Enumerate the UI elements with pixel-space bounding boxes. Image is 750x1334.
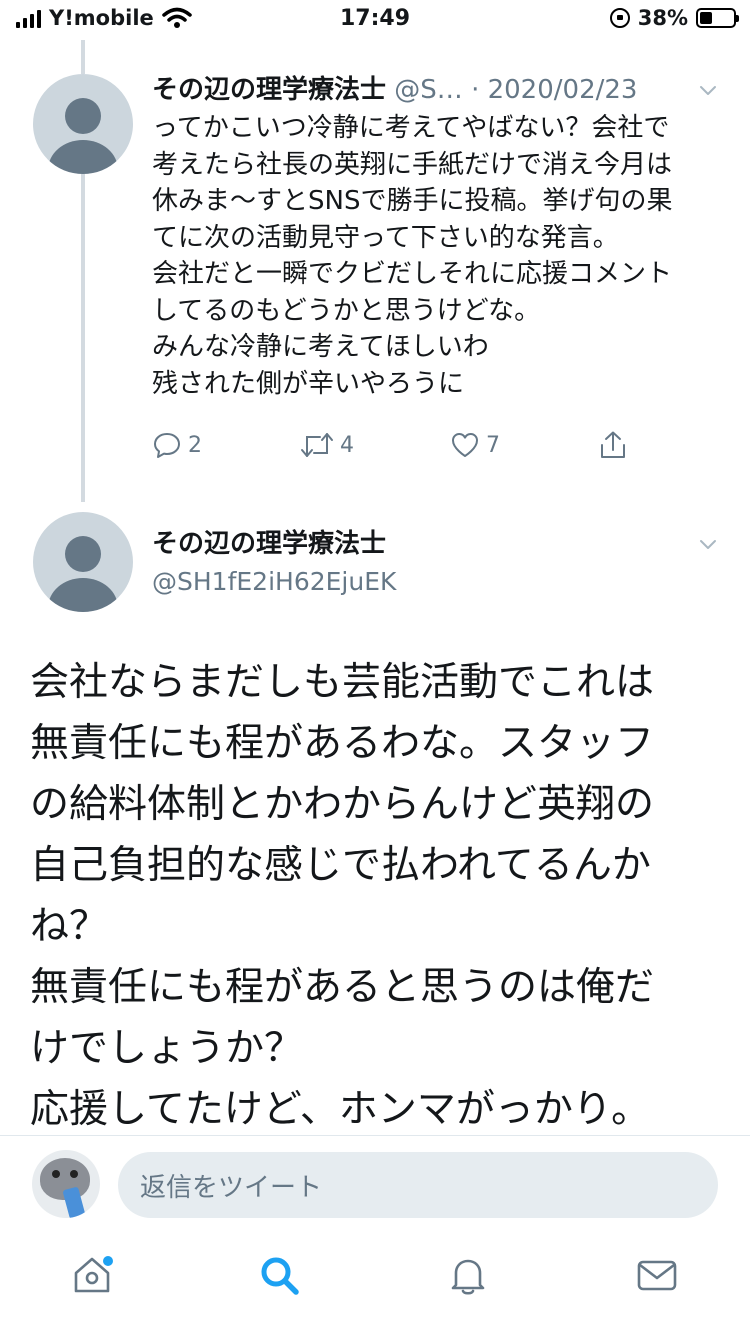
search-icon bbox=[261, 1257, 299, 1295]
author-handle[interactable]: @SH1fE2iH62EjuEK bbox=[152, 566, 396, 598]
like-button[interactable]: 7 bbox=[450, 430, 500, 460]
battery-icon bbox=[696, 8, 739, 28]
status-right: 38% bbox=[609, 6, 739, 30]
home-notification-dot bbox=[103, 1256, 113, 1266]
messages-icon bbox=[637, 1260, 677, 1291]
reply-bar: 返信をツイート bbox=[0, 1135, 750, 1234]
tweet-actions: 2 4 7 bbox=[152, 430, 652, 470]
tweet-text-line: みんな冷静に考えてほしいわ bbox=[152, 332, 489, 362]
author-handle[interactable]: @S… bbox=[394, 75, 463, 105]
reply-button[interactable]: 2 bbox=[152, 430, 202, 460]
avatar[interactable] bbox=[33, 512, 133, 612]
chevron-down-icon[interactable] bbox=[698, 534, 718, 554]
tweet-text: 会社ならまだしも芸能活動でこれは 無責任にも程があるわな。スタッフ の給料体制と… bbox=[30, 652, 730, 1140]
tweet-text-line: 会社ならまだしも芸能活動でこれは bbox=[30, 660, 655, 705]
tweet-text-line: 自己負担的な感じで払われてるんか bbox=[30, 843, 651, 888]
battery-percent: 38% bbox=[637, 6, 688, 30]
tab-bar bbox=[0, 1233, 750, 1334]
author-name[interactable]: その辺の理学療法士 bbox=[152, 75, 386, 105]
author-name[interactable]: その辺の理学療法士 bbox=[152, 528, 386, 560]
tweet-text-line: てに次の活動見守って下さい的な発言。 bbox=[152, 222, 619, 253]
avatar[interactable] bbox=[33, 74, 133, 174]
tab-search[interactable] bbox=[257, 1253, 307, 1303]
orientation-lock-icon bbox=[609, 8, 630, 28]
retweet-count: 4 bbox=[340, 432, 354, 458]
retweet-button[interactable]: 4 bbox=[300, 430, 354, 460]
tweet-text-line: ってかこいつ冷静に考えてやばない？会社で bbox=[152, 113, 670, 143]
thread-line-top bbox=[81, 40, 85, 74]
tab-messages[interactable] bbox=[635, 1253, 685, 1303]
tweet-text-line: 応援してたけど、ホンマがっかり。 bbox=[30, 1087, 651, 1132]
reply-placeholder: 返信をツイート bbox=[140, 1172, 323, 1203]
screen: Y!mobile 17:49 38% その辺の理学療法士 @S… · 2020/… bbox=[0, 0, 750, 1334]
notifications-icon bbox=[451, 1259, 485, 1295]
heart-icon bbox=[452, 433, 478, 457]
reply-input[interactable]: 返信をツイート bbox=[118, 1152, 718, 1218]
reply-icon bbox=[154, 433, 180, 458]
share-button[interactable] bbox=[598, 430, 628, 460]
share-icon bbox=[601, 431, 625, 458]
thread-line-connector bbox=[81, 174, 85, 502]
tweet-text-line: けでしょうか？ bbox=[30, 1026, 304, 1071]
tweet-text-line: 残された側が辛いやろうに bbox=[152, 368, 465, 399]
tweet-text-line: 無責任にも程があると思うのは俺だ bbox=[30, 965, 655, 1010]
status-bar: Y!mobile 17:49 38% bbox=[0, 0, 750, 40]
tweet-text-line: してるのもどうかと思うけどな。 bbox=[152, 295, 541, 326]
retweet-icon bbox=[301, 433, 333, 457]
tweet-text: ってかこいつ冷静に考えてやばない？会社で 考えたら社長の英翔に手紙だけで消え今月… bbox=[152, 110, 727, 402]
like-count: 7 bbox=[486, 432, 500, 458]
tweet-date[interactable]: 2020/02/23 bbox=[488, 75, 638, 105]
tweet-header: その辺の理学療法士 @S… · 2020/02/23 bbox=[152, 74, 727, 106]
tweet-text-line: ね？ bbox=[30, 904, 109, 949]
tweet-text-line: 考えたら社長の英翔に手紙だけで消え今月は bbox=[152, 149, 673, 180]
chevron-down-icon[interactable] bbox=[698, 80, 718, 100]
battery-fill bbox=[700, 12, 713, 24]
my-avatar[interactable] bbox=[32, 1150, 100, 1218]
tweet-text-line: 無責任にも程があるわな。スタッフ bbox=[30, 721, 655, 766]
tweet-text-line: 会社だと一瞬でクビだしそれに応援コメント bbox=[152, 259, 673, 289]
separator-dot: · bbox=[471, 75, 480, 105]
tab-notifications[interactable] bbox=[446, 1253, 496, 1303]
reply-count: 2 bbox=[188, 432, 202, 458]
tweet-text-line: の給料体制とかわからんけど英翔の bbox=[30, 782, 655, 827]
tweet-text-line: 休みま〜すとSNSで勝手に投稿。挙げ句の果 bbox=[152, 186, 673, 216]
